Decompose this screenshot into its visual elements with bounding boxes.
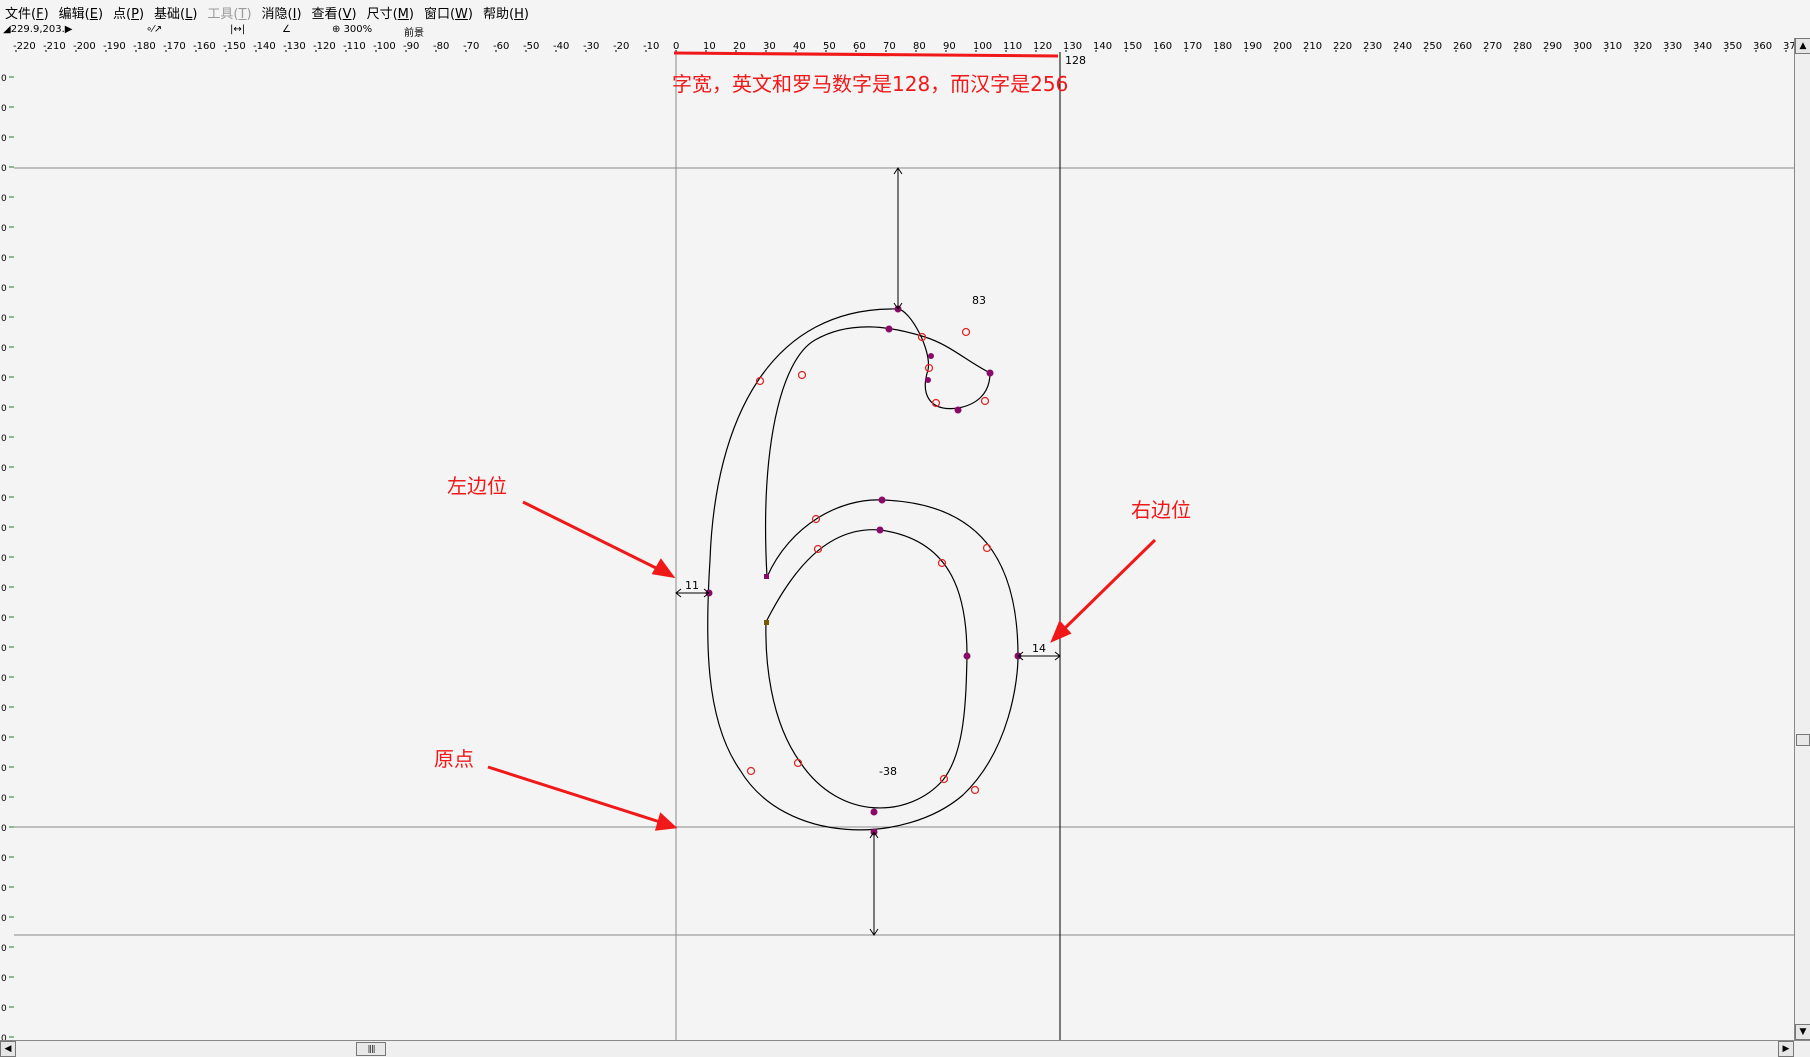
- horizontal-scroll-thumb[interactable]: ||||: [356, 1042, 386, 1056]
- ruler-tick-label: 0: [1, 1004, 7, 1014]
- scroll-left-icon[interactable]: ◀: [0, 1041, 16, 1057]
- ruler-tick-label: 0: [1, 434, 7, 444]
- distance-tool-icon: ∘⁄↗: [146, 24, 163, 35]
- ruler-tick-label: 0: [1, 764, 7, 774]
- ruler-tick-label: 0: [1, 524, 7, 534]
- menu-file[interactable]: 文件(F): [0, 3, 54, 22]
- menu-tools[interactable]: 工具(T): [202, 3, 256, 22]
- ruler-tick-label: 0: [1, 224, 7, 234]
- glyph-canvas[interactable]: -220 -210 -200 -190 -180 -170 -160 -150 -140 -130…: [0, 38, 1794, 1040]
- origin-annotation: 原点: [434, 747, 474, 771]
- ruler-tick-label: 60: [853, 41, 866, 52]
- ruler-tick-label: -80: [433, 41, 449, 52]
- ruler-tick-label: 50: [823, 41, 836, 52]
- menu-view[interactable]: 查看(V): [307, 3, 362, 22]
- ruler-tick-label: 0: [1, 824, 7, 834]
- right-bearing-value: 14: [1032, 642, 1046, 655]
- ruler-tick-label: 90: [943, 41, 956, 52]
- ruler-tick-label: -90: [403, 41, 419, 52]
- ruler-tick-label: 0: [1, 914, 7, 924]
- bottom-extent-label: -38: [879, 765, 897, 778]
- left-bearing-annotation: 左边位: [447, 474, 507, 498]
- ruler-tick-label: 0: [1, 74, 7, 84]
- ruler-tick-label: 0: [1, 644, 7, 654]
- vertical-scrollbar[interactable]: ▲ ▼: [1794, 38, 1810, 1040]
- menu-bar: 文件(F) 编辑(E) 点(P) 基础(L) 工具(T) 消隐(I) 查看(V) 尺寸(M) 窗…: [0, 0, 1810, 24]
- menu-window[interactable]: 窗口(W): [419, 3, 478, 22]
- angle-icon: ∠: [282, 24, 291, 35]
- ruler-tick-label: 0: [1, 134, 7, 144]
- menu-hints[interactable]: 消隐(I): [257, 3, 307, 22]
- ruler-tick-label: 0: [1, 104, 7, 114]
- ruler-tick-label: 30: [763, 41, 776, 52]
- menu-help[interactable]: 帮助(H): [478, 3, 534, 22]
- layer-readout: 前景: [404, 28, 424, 39]
- menu-element[interactable]: 基础(L): [149, 3, 202, 22]
- ruler-tick-label: -30: [583, 41, 599, 52]
- right-bearing-annotation: 右边位: [1131, 498, 1191, 522]
- menu-point[interactable]: 点(P): [108, 3, 149, 22]
- ruler-tick-label: -10: [643, 41, 659, 52]
- top-extent-label: 83: [972, 294, 986, 307]
- coords-readout: ◢229.9,203.▶: [3, 24, 73, 35]
- ruler-tick-label: 0: [1, 974, 7, 984]
- ruler-tick-label: 0: [1, 164, 7, 174]
- ruler-tick-label: -20: [613, 41, 629, 52]
- ruler-tick-label: 0: [1, 674, 7, 684]
- ruler-tick-label: -50: [523, 41, 539, 52]
- info-bar: ◢229.9,203.▶ ∘⁄↗ |↔| ∠ ⊕ 300% 前景: [0, 24, 1810, 39]
- ruler-tick-label: 20: [733, 41, 746, 52]
- metrics-icon: |↔|: [230, 24, 246, 35]
- ruler-tick-label: 0: [1, 314, 7, 324]
- ruler-tick-label: 0: [1, 584, 7, 594]
- ruler-tick-label: 0: [1, 734, 7, 744]
- advance-width-value: 128: [1065, 54, 1086, 67]
- menu-metrics[interactable]: 尺寸(M): [362, 3, 419, 22]
- ruler-tick-label: -70: [463, 41, 479, 52]
- ruler-tick-label: 0: [1, 464, 7, 474]
- ruler-tick-label: 0: [1, 194, 7, 204]
- ruler-tick-label: -60: [493, 41, 509, 52]
- vertical-scroll-thumb[interactable]: [1796, 734, 1810, 746]
- ruler-tick-label: 40: [793, 41, 806, 52]
- ruler-tick-label: 10: [703, 41, 716, 52]
- ruler-tick-label: 0: [1, 854, 7, 864]
- ruler-tick-label: 0: [1, 344, 7, 354]
- ruler-tick-label: 0: [1, 554, 7, 564]
- ruler-tick-label: 0: [1, 284, 7, 294]
- ruler-tick-label: 370: [1783, 41, 1794, 52]
- ruler-tick-label: 0: [1, 494, 7, 504]
- ruler-tick-label: 0: [1, 614, 7, 624]
- horizontal-ruler[interactable]: -220 -210 -200 -190 -180 -170 -160 -150 -140 -130…: [0, 38, 1794, 52]
- ruler-tick-label: 0: [1, 794, 7, 804]
- scroll-up-icon[interactable]: ▲: [1795, 38, 1810, 54]
- left-bearing-value: 11: [685, 579, 699, 592]
- ruler-tick-label: 0: [1, 404, 7, 414]
- menu-edit[interactable]: 编辑(E): [54, 3, 108, 22]
- ruler-tick-label: 0: [1, 884, 7, 894]
- scroll-right-icon[interactable]: ▶: [1778, 1041, 1794, 1057]
- ruler-tick-label: 70: [883, 41, 896, 52]
- ruler-tick-label: 0: [1, 704, 7, 714]
- ruler-tick-label: 0: [1, 944, 7, 954]
- scroll-down-icon[interactable]: ▼: [1795, 1024, 1810, 1040]
- ruler-tick-label: 0: [1, 374, 7, 384]
- ruler-tick-label: 0: [1, 254, 7, 264]
- ruler-tick-label: 80: [913, 41, 926, 52]
- ruler-tick-label: -40: [553, 41, 569, 52]
- horizontal-scrollbar[interactable]: ◀ |||| ▶: [0, 1040, 1810, 1057]
- width-annotation: 字宽，英文和罗马数字是128，而汉字是256: [672, 72, 1069, 96]
- zoom-readout: ⊕ 300%: [332, 24, 373, 35]
